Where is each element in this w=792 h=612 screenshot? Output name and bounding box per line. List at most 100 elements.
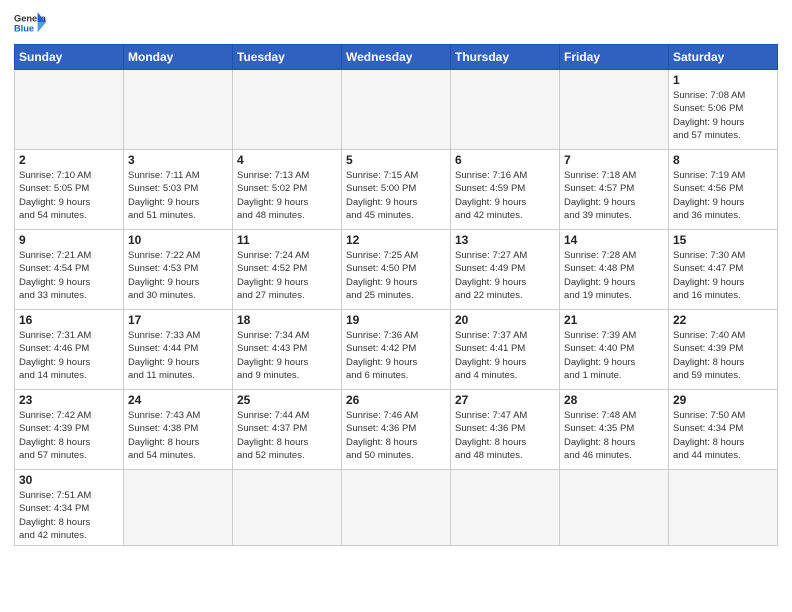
day-info: Sunrise: 7:47 AM Sunset: 4:36 PM Dayligh… bbox=[455, 409, 555, 462]
calendar-day-cell: 26Sunrise: 7:46 AM Sunset: 4:36 PM Dayli… bbox=[342, 390, 451, 470]
day-number: 2 bbox=[19, 153, 119, 167]
day-number: 11 bbox=[237, 233, 337, 247]
day-info: Sunrise: 7:08 AM Sunset: 5:06 PM Dayligh… bbox=[673, 89, 773, 142]
calendar-day-cell bbox=[342, 470, 451, 546]
day-number: 3 bbox=[128, 153, 228, 167]
day-number: 7 bbox=[564, 153, 664, 167]
generalblue-logo-icon: General Blue bbox=[14, 10, 46, 38]
calendar-day-cell: 10 Sunrise: 7:22 AM Sunset: 4:53 PM Dayli… bbox=[124, 230, 233, 310]
calendar-day-cell bbox=[451, 70, 560, 150]
weekday-header-thursday: Thursday bbox=[451, 45, 560, 70]
day-info: Sunrise: 7:30 AM Sunset: 4:47 PM Dayligh… bbox=[673, 249, 773, 302]
calendar-day-cell: 1Sunrise: 7:08 AM Sunset: 5:06 PM Daylig… bbox=[669, 70, 778, 150]
header: General Blue bbox=[14, 10, 778, 38]
calendar-day-cell bbox=[233, 70, 342, 150]
day-number: 10 bbox=[128, 233, 228, 247]
calendar-day-cell bbox=[124, 470, 233, 546]
day-number: 28 bbox=[564, 393, 664, 407]
weekday-header-saturday: Saturday bbox=[669, 45, 778, 70]
weekday-header-tuesday: Tuesday bbox=[233, 45, 342, 70]
day-number: 18 bbox=[237, 313, 337, 327]
day-number: 13 bbox=[455, 233, 555, 247]
calendar-day-cell: 4Sunrise: 7:13 AM Sunset: 5:02 PM Daylig… bbox=[233, 150, 342, 230]
day-info: Sunrise: 7:24 AM Sunset: 4:52 PM Dayligh… bbox=[237, 249, 337, 302]
calendar-day-cell: 22Sunrise: 7:40 AM Sunset: 4:39 PM Dayli… bbox=[669, 310, 778, 390]
calendar-day-cell: 25Sunrise: 7:44 AM Sunset: 4:37 PM Dayli… bbox=[233, 390, 342, 470]
calendar-day-cell: 24Sunrise: 7:43 AM Sunset: 4:38 PM Dayli… bbox=[124, 390, 233, 470]
calendar-day-cell: 27 Sunrise: 7:47 AM Sunset: 4:36 PM Dayli… bbox=[451, 390, 560, 470]
calendar-day-cell: 17 Sunrise: 7:33 AM Sunset: 4:44 PM Dayli… bbox=[124, 310, 233, 390]
day-info: Sunrise: 7:37 AM Sunset: 4:41 PM Dayligh… bbox=[455, 329, 555, 382]
day-info: Sunrise: 7:27 AM Sunset: 4:49 PM Dayligh… bbox=[455, 249, 555, 302]
day-number: 5 bbox=[346, 153, 446, 167]
calendar-day-cell: 19Sunrise: 7:36 AM Sunset: 4:42 PM Dayli… bbox=[342, 310, 451, 390]
day-number: 29 bbox=[673, 393, 773, 407]
calendar-day-cell: 12 Sunrise: 7:25 AM Sunset: 4:50 PM Dayli… bbox=[342, 230, 451, 310]
weekday-header-row: SundayMondayTuesdayWednesdayThursdayFrid… bbox=[15, 45, 778, 70]
weekday-header-sunday: Sunday bbox=[15, 45, 124, 70]
calendar-day-cell: 20Sunrise: 7:37 AM Sunset: 4:41 PM Dayli… bbox=[451, 310, 560, 390]
calendar-day-cell: 6Sunrise: 7:16 AM Sunset: 4:59 PM Daylig… bbox=[451, 150, 560, 230]
calendar-week-1: 1Sunrise: 7:08 AM Sunset: 5:06 PM Daylig… bbox=[15, 70, 778, 150]
calendar-table: SundayMondayTuesdayWednesdayThursdayFrid… bbox=[14, 44, 778, 546]
day-info: Sunrise: 7:28 AM Sunset: 4:48 PM Dayligh… bbox=[564, 249, 664, 302]
calendar-day-cell: 29 Sunrise: 7:50 AM Sunset: 4:34 PM Dayli… bbox=[669, 390, 778, 470]
calendar-day-cell bbox=[560, 470, 669, 546]
calendar-day-cell: 13 Sunrise: 7:27 AM Sunset: 4:49 PM Dayli… bbox=[451, 230, 560, 310]
weekday-header-monday: Monday bbox=[124, 45, 233, 70]
calendar-day-cell: 16Sunrise: 7:31 AM Sunset: 4:46 PM Dayli… bbox=[15, 310, 124, 390]
calendar-day-cell bbox=[124, 70, 233, 150]
day-info: Sunrise: 7:51 AM Sunset: 4:34 PM Dayligh… bbox=[19, 489, 119, 542]
calendar-day-cell: 14Sunrise: 7:28 AM Sunset: 4:48 PM Dayli… bbox=[560, 230, 669, 310]
calendar-day-cell: 9Sunrise: 7:21 AM Sunset: 4:54 PM Daylig… bbox=[15, 230, 124, 310]
svg-text:Blue: Blue bbox=[14, 24, 34, 34]
day-info: Sunrise: 7:10 AM Sunset: 5:05 PM Dayligh… bbox=[19, 169, 119, 222]
calendar-day-cell bbox=[233, 470, 342, 546]
day-number: 6 bbox=[455, 153, 555, 167]
day-info: Sunrise: 7:42 AM Sunset: 4:39 PM Dayligh… bbox=[19, 409, 119, 462]
weekday-header-wednesday: Wednesday bbox=[342, 45, 451, 70]
calendar-day-cell: 15 Sunrise: 7:30 AM Sunset: 4:47 PM Dayli… bbox=[669, 230, 778, 310]
logo: General Blue bbox=[14, 10, 46, 38]
calendar-week-2: 2 Sunrise: 7:10 AM Sunset: 5:05 PM Daylig… bbox=[15, 150, 778, 230]
calendar-day-cell: 8Sunrise: 7:19 AM Sunset: 4:56 PM Daylig… bbox=[669, 150, 778, 230]
day-info: Sunrise: 7:22 AM Sunset: 4:53 PM Dayligh… bbox=[128, 249, 228, 302]
calendar-week-4: 16Sunrise: 7:31 AM Sunset: 4:46 PM Dayli… bbox=[15, 310, 778, 390]
day-number: 15 bbox=[673, 233, 773, 247]
day-number: 30 bbox=[19, 473, 119, 487]
day-number: 16 bbox=[19, 313, 119, 327]
calendar-day-cell bbox=[15, 70, 124, 150]
day-number: 17 bbox=[128, 313, 228, 327]
day-info: Sunrise: 7:21 AM Sunset: 4:54 PM Dayligh… bbox=[19, 249, 119, 302]
calendar-day-cell: 18 Sunrise: 7:34 AM Sunset: 4:43 PM Dayli… bbox=[233, 310, 342, 390]
calendar-day-cell: 23Sunrise: 7:42 AM Sunset: 4:39 PM Dayli… bbox=[15, 390, 124, 470]
calendar-day-cell bbox=[451, 470, 560, 546]
day-number: 27 bbox=[455, 393, 555, 407]
day-number: 19 bbox=[346, 313, 446, 327]
calendar-day-cell: 21 Sunrise: 7:39 AM Sunset: 4:40 PM Dayli… bbox=[560, 310, 669, 390]
day-number: 25 bbox=[237, 393, 337, 407]
day-number: 21 bbox=[564, 313, 664, 327]
day-info: Sunrise: 7:48 AM Sunset: 4:35 PM Dayligh… bbox=[564, 409, 664, 462]
day-number: 22 bbox=[673, 313, 773, 327]
day-info: Sunrise: 7:11 AM Sunset: 5:03 PM Dayligh… bbox=[128, 169, 228, 222]
day-info: Sunrise: 7:18 AM Sunset: 4:57 PM Dayligh… bbox=[564, 169, 664, 222]
day-info: Sunrise: 7:13 AM Sunset: 5:02 PM Dayligh… bbox=[237, 169, 337, 222]
day-number: 12 bbox=[346, 233, 446, 247]
calendar-day-cell: 28 Sunrise: 7:48 AM Sunset: 4:35 PM Dayli… bbox=[560, 390, 669, 470]
weekday-header-friday: Friday bbox=[560, 45, 669, 70]
day-info: Sunrise: 7:50 AM Sunset: 4:34 PM Dayligh… bbox=[673, 409, 773, 462]
day-info: Sunrise: 7:25 AM Sunset: 4:50 PM Dayligh… bbox=[346, 249, 446, 302]
day-number: 8 bbox=[673, 153, 773, 167]
calendar-day-cell: 3 Sunrise: 7:11 AM Sunset: 5:03 PM Daylig… bbox=[124, 150, 233, 230]
calendar-day-cell: 7 Sunrise: 7:18 AM Sunset: 4:57 PM Daylig… bbox=[560, 150, 669, 230]
calendar-day-cell: 30 Sunrise: 7:51 AM Sunset: 4:34 PM Dayli… bbox=[15, 470, 124, 546]
day-number: 26 bbox=[346, 393, 446, 407]
day-info: Sunrise: 7:34 AM Sunset: 4:43 PM Dayligh… bbox=[237, 329, 337, 382]
day-number: 24 bbox=[128, 393, 228, 407]
day-info: Sunrise: 7:39 AM Sunset: 4:40 PM Dayligh… bbox=[564, 329, 664, 382]
calendar-week-5: 23Sunrise: 7:42 AM Sunset: 4:39 PM Dayli… bbox=[15, 390, 778, 470]
calendar-day-cell bbox=[669, 470, 778, 546]
day-info: Sunrise: 7:33 AM Sunset: 4:44 PM Dayligh… bbox=[128, 329, 228, 382]
calendar-day-cell: 11 Sunrise: 7:24 AM Sunset: 4:52 PM Dayli… bbox=[233, 230, 342, 310]
